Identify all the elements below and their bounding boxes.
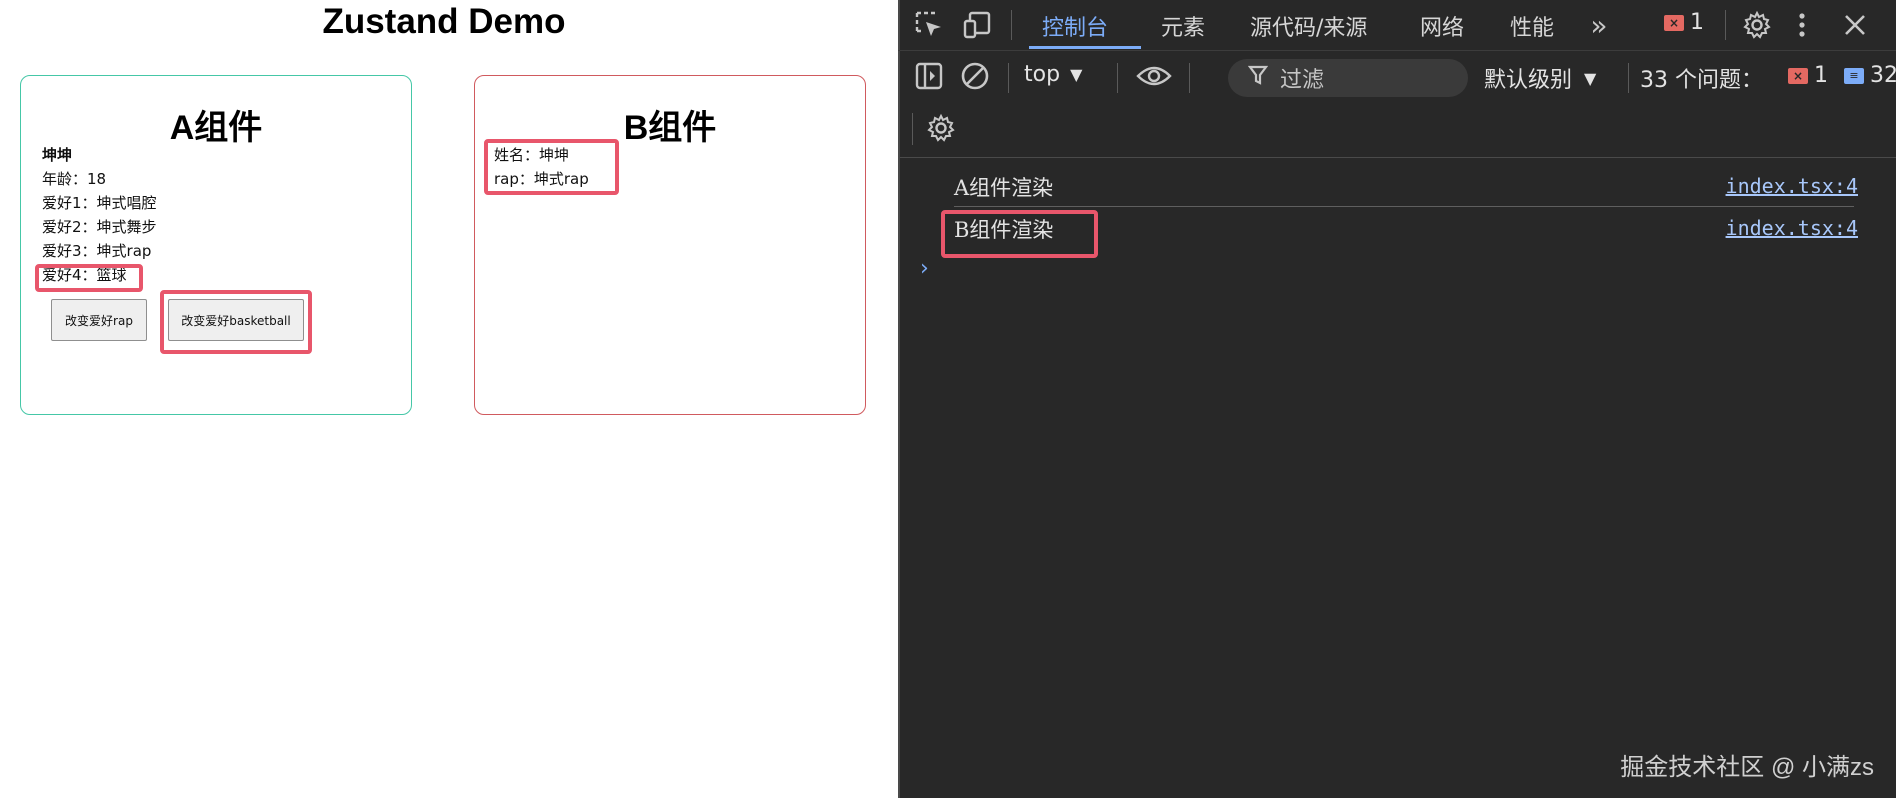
toolbar-separator xyxy=(1117,63,1118,93)
component-a-hobby1: 爱好1：坤式唱腔 xyxy=(42,194,157,212)
toolbar-separator xyxy=(1725,10,1726,40)
app-viewport: Zustand Demo A组件 坤坤 年龄：18 爱好1：坤式唱腔 爱好2：坤… xyxy=(0,0,898,798)
log-level-selector[interactable]: 默认级别 ▼ xyxy=(1484,62,1596,94)
change-hobby-rap-button[interactable]: 改变爱好rap xyxy=(51,299,147,341)
error-count: 1 xyxy=(1690,10,1704,35)
console-message-row: B组件渲染 index.tsx:4 xyxy=(954,208,1858,248)
toolbar-separator xyxy=(912,113,913,145)
component-b-rap: rap：坤式rap xyxy=(494,170,589,188)
issues-message-badge[interactable]: ≡ 32 xyxy=(1844,63,1896,88)
console-prompt-icon[interactable]: › xyxy=(920,256,929,281)
tab-console[interactable]: 控制台 xyxy=(1042,10,1108,42)
tab-elements[interactable]: 元素 xyxy=(1161,10,1205,42)
component-b-heading: B组件 xyxy=(623,109,717,147)
component-b-name: 姓名：坤坤 xyxy=(494,146,570,164)
component-a-age: 年龄：18 xyxy=(42,170,107,188)
filter-input[interactable]: 过滤 xyxy=(1228,59,1468,97)
component-b-card: B组件 姓名：坤坤 rap：坤式rap xyxy=(474,75,866,415)
devtools-tabbar: 控制台 元素 源代码/来源 网络 性能 » × 1 xyxy=(898,0,1896,51)
dropdown-arrow-icon: ▼ xyxy=(1070,65,1083,84)
context-label: top xyxy=(1024,62,1061,87)
console-settings-row xyxy=(898,103,1896,158)
active-tab-indicator xyxy=(1029,46,1141,49)
tab-sources[interactable]: 源代码/来源 xyxy=(1250,10,1367,42)
component-a-card: A组件 坤坤 年龄：18 爱好1：坤式唱腔 爱好2：坤式舞步 爱好3：坤式rap… xyxy=(20,75,412,415)
devtools-panel: 控制台 元素 源代码/来源 网络 性能 » × 1 top ▼ 过滤 默认级别 … xyxy=(898,0,1896,798)
watermark: 掘金技术社区 @ 小满zs xyxy=(1620,754,1874,781)
console-source-link[interactable]: index.tsx:4 xyxy=(1726,174,1858,198)
console-toolbar: top ▼ 过滤 默认级别 ▼ 33 个问题： × 1 ≡ 32 xyxy=(898,51,1896,103)
error-count-badge[interactable]: × 1 xyxy=(1664,10,1704,35)
inspect-icon[interactable] xyxy=(912,8,946,42)
filter-funnel-icon xyxy=(1247,64,1269,92)
toolbar-separator xyxy=(1189,63,1190,93)
component-a-hobby2: 爱好2：坤式舞步 xyxy=(42,218,157,236)
context-selector[interactable]: top ▼ xyxy=(1024,62,1082,87)
error-icon: × xyxy=(1664,14,1684,31)
close-icon[interactable] xyxy=(1838,8,1872,42)
component-a-name: 坤坤 xyxy=(42,146,73,164)
issues-message-count: 32 xyxy=(1870,63,1896,88)
settings-gear-icon[interactable] xyxy=(1740,8,1774,42)
issues-error-badge[interactable]: × 1 xyxy=(1788,63,1828,88)
eye-icon[interactable] xyxy=(1134,59,1174,93)
console-message-row: A组件渲染 index.tsx:4 xyxy=(954,166,1858,206)
sidebar-toggle-icon[interactable] xyxy=(912,59,946,93)
page-title: Zustand Demo xyxy=(322,2,566,41)
toolbar-separator xyxy=(1628,63,1629,93)
console-message-text: B组件渲染 xyxy=(954,218,1054,242)
toolbar-separator xyxy=(1011,10,1012,40)
error-icon: × xyxy=(1788,67,1808,84)
console-source-link[interactable]: index.tsx:4 xyxy=(1726,216,1858,240)
message-icon: ≡ xyxy=(1844,67,1864,84)
component-a-heading: A组件 xyxy=(169,109,263,147)
component-a-hobby3: 爱好3：坤式rap xyxy=(42,242,152,260)
clear-console-icon[interactable] xyxy=(958,59,992,93)
filter-placeholder: 过滤 xyxy=(1280,68,1325,93)
more-tabs-icon[interactable]: » xyxy=(1582,9,1616,42)
console-row-divider xyxy=(954,206,1854,207)
issues-error-count: 1 xyxy=(1814,63,1828,88)
more-vert-icon[interactable] xyxy=(1790,8,1814,42)
issues-label[interactable]: 33 个问题： xyxy=(1640,62,1763,94)
toolbar-separator xyxy=(1008,63,1009,93)
device-toggle-icon[interactable] xyxy=(960,8,994,42)
tab-performance[interactable]: 性能 xyxy=(1510,10,1554,42)
console-settings-icon[interactable] xyxy=(924,111,958,145)
log-level-label: 默认级别 xyxy=(1484,68,1573,93)
dropdown-arrow-icon: ▼ xyxy=(1584,68,1597,88)
console-message-text: A组件渲染 xyxy=(954,176,1054,200)
change-hobby-basketball-button[interactable]: 改变爱好basketball xyxy=(168,299,304,341)
component-a-hobby4: 爱好4：篮球 xyxy=(42,266,127,284)
tab-network[interactable]: 网络 xyxy=(1420,10,1464,42)
